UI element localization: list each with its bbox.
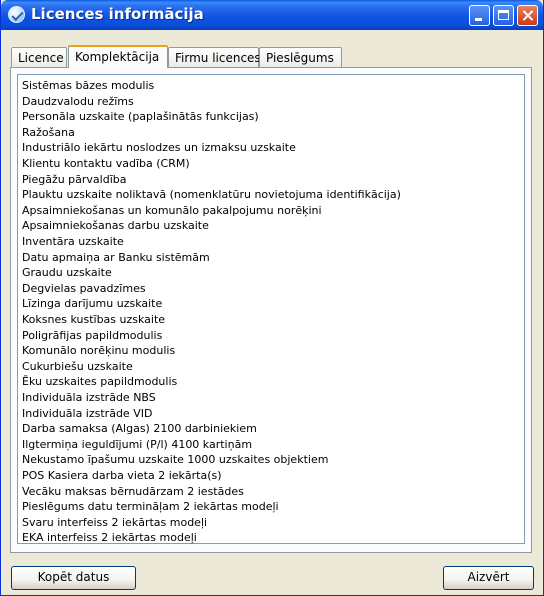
maximize-button[interactable] xyxy=(493,5,514,26)
list-item[interactable]: Vecāku maksas bērnudārzam 2 iestādes xyxy=(22,484,244,499)
list-item[interactable]: Industriālo iekārtu noslodzes un izmaksu… xyxy=(22,140,296,155)
list-item[interactable]: Degvielas pavadzīmes xyxy=(22,281,146,296)
tab-licence[interactable]: Licence xyxy=(11,47,67,67)
tab-panel: Sistēmas bāzes modulis Daudzvalodu režīms… xyxy=(10,67,532,553)
list-item[interactable]: Koksnes kustības uzskaite xyxy=(22,312,165,327)
tab-firmu-licences[interactable]: Firmu licences xyxy=(168,47,261,67)
window-title: Licences informācija xyxy=(31,5,204,23)
title-bar[interactable]: Licences informācija xyxy=(1,0,543,30)
list-item[interactable]: Inventāra uzskaite xyxy=(22,234,124,249)
list-item[interactable]: Cukurbiešu uzskaite xyxy=(22,359,133,374)
list-item[interactable]: Individuāla izstrāde VID xyxy=(22,406,152,421)
list-item[interactable]: Pieslēgums datu termināļam 2 iekārtas mo… xyxy=(22,499,279,514)
minimize-button[interactable] xyxy=(469,5,490,26)
list-item[interactable]: Piegāžu pārvaldība xyxy=(22,172,127,187)
list-item[interactable]: POS Kasiera darba vieta 2 iekārta(s) xyxy=(22,468,222,483)
list-item[interactable]: Apsaimniekošanas un komunālo pakalpojumu… xyxy=(22,203,322,218)
list-item[interactable]: Poligrāfijas papildmodulis xyxy=(22,328,162,343)
copy-data-button[interactable]: Kopēt datus xyxy=(11,566,136,590)
list-item[interactable]: EKA interfeiss 2 iekārtas modeļi xyxy=(22,530,197,545)
list-item[interactable]: Datu apmaiņa ar Banku sistēmām xyxy=(22,250,210,265)
list-item[interactable]: Klientu kontaktu vadība (CRM) xyxy=(22,156,190,171)
list-item[interactable]: Daudzvalodu režīms xyxy=(22,94,134,109)
list-item[interactable]: Graudu uzskaite xyxy=(22,265,112,280)
list-item[interactable]: Ražošana xyxy=(22,125,75,140)
list-item[interactable]: Personāla uzskaite (paplašinātās funkcij… xyxy=(22,109,259,124)
tab-pieslegums[interactable]: Pieslēgums xyxy=(259,47,342,67)
list-item[interactable]: Darba samaksa (Algas) 2100 darbiniekiem xyxy=(22,421,257,436)
list-item[interactable]: Komunālo norēķinu modulis xyxy=(22,343,175,358)
list-item[interactable]: Plauktu uzskaite noliktavā (nomenklatūru… xyxy=(22,187,401,202)
list-item[interactable]: Svaru interfeiss 2 iekārtas modeļi xyxy=(22,515,207,530)
list-item[interactable]: Līzinga darījumu uzskaite xyxy=(22,296,162,311)
list-item[interactable]: Sistēmas bāzes modulis xyxy=(22,78,154,93)
license-info-window: Licences informācija Licence Komplektāci… xyxy=(0,0,544,596)
tab-komplektacija[interactable]: Komplektācija xyxy=(68,45,168,68)
list-item[interactable]: Apsaimniekošanas darbu uzskaite xyxy=(22,218,209,233)
list-item[interactable]: Individuāla izstrāde NBS xyxy=(22,390,156,405)
list-item[interactable]: Ilgtermiņa ieguldījumi (P/l) 4100 kartiņ… xyxy=(22,437,252,452)
list-item[interactable]: Nekustamo īpašumu uzskaite 1000 uzskaite… xyxy=(22,452,328,467)
close-button[interactable]: Aizvērt xyxy=(443,566,534,590)
list-item[interactable]: Ēku uzskaites papildmodulis xyxy=(22,374,177,389)
app-icon xyxy=(8,6,25,23)
modules-listbox[interactable]: Sistēmas bāzes modulis Daudzvalodu režīms… xyxy=(17,74,525,544)
close-window-button[interactable] xyxy=(517,5,538,26)
